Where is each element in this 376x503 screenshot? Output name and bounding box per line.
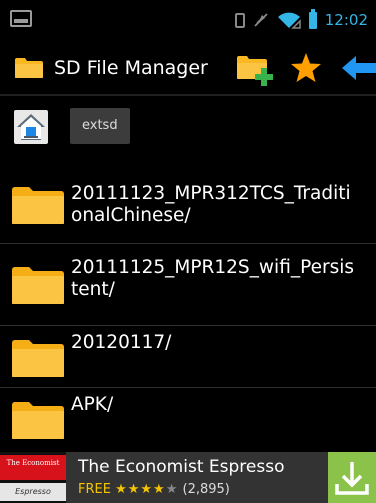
path-bar: extsd: [0, 98, 376, 160]
file-name: APK/: [71, 394, 114, 415]
home-icon: [17, 114, 45, 140]
folder-icon: [14, 57, 44, 79]
ad-subtitle: FREE ★★★★★ (2,895): [78, 482, 230, 497]
folder-icon: [11, 338, 65, 378]
app-title: SD File Manager: [54, 57, 208, 79]
file-name-line: 20111123_MPR312TCS_Traditi: [71, 183, 351, 204]
battery-icon: [308, 8, 317, 29]
new-folder-icon: [237, 56, 273, 86]
download-icon: [335, 462, 369, 495]
file-name: 20111125_MPR12S_wifi_Persis tent/: [71, 257, 376, 301]
list-item[interactable]: 20111123_MPR312TCS_Traditi onalChinese/: [0, 166, 376, 244]
file-name-line: tent/: [71, 279, 115, 300]
free-label: FREE: [78, 482, 111, 497]
status-time: 12:02: [324, 11, 368, 29]
ad-title: The Economist Espresso: [78, 457, 285, 477]
economist-logo: The Economist Espresso: [0, 452, 66, 503]
folder-icon: [11, 265, 65, 305]
star-icon: [291, 53, 321, 82]
list-item[interactable]: APK/: [0, 388, 376, 450]
download-button[interactable]: [328, 452, 376, 503]
breadcrumb-extsd[interactable]: extsd: [70, 108, 130, 144]
wifi-icon: [277, 11, 301, 29]
favorites-button[interactable]: [290, 52, 322, 84]
image-notification-icon: [10, 10, 32, 27]
file-name: 20120117/: [71, 332, 172, 353]
folder-icon: [11, 400, 65, 440]
list-item[interactable]: 20111125_MPR12S_wifi_Persis tent/: [0, 244, 376, 326]
list-item[interactable]: 20120117/: [0, 326, 376, 388]
ad-banner[interactable]: The Economist Espresso The Economist Esp…: [0, 452, 376, 503]
new-folder-button[interactable]: [236, 52, 276, 86]
back-button[interactable]: [340, 54, 376, 82]
file-list: 20111123_MPR312TCS_Traditi onalChinese/ …: [0, 166, 376, 450]
file-name-line: 20111125_MPR12S_wifi_Persis: [71, 257, 354, 278]
mute-icon: [253, 12, 269, 28]
folder-icon: [11, 185, 65, 225]
file-name: 20111123_MPR312TCS_Traditi onalChinese/: [71, 183, 376, 227]
rating-count: (2,895): [182, 482, 230, 497]
file-name-line: onalChinese/: [71, 205, 191, 226]
status-bar: 12:02: [0, 0, 376, 40]
home-button[interactable]: [14, 110, 48, 144]
action-bar: SD File Manager: [0, 40, 376, 96]
logo-bottom-text: Espresso: [0, 483, 66, 501]
back-arrow-icon: [342, 56, 376, 80]
rating-stars: ★★★★★: [115, 482, 179, 497]
sim-icon: [234, 12, 245, 28]
logo-top-text: The Economist: [0, 455, 66, 480]
status-icons: 12:02: [234, 8, 368, 32]
